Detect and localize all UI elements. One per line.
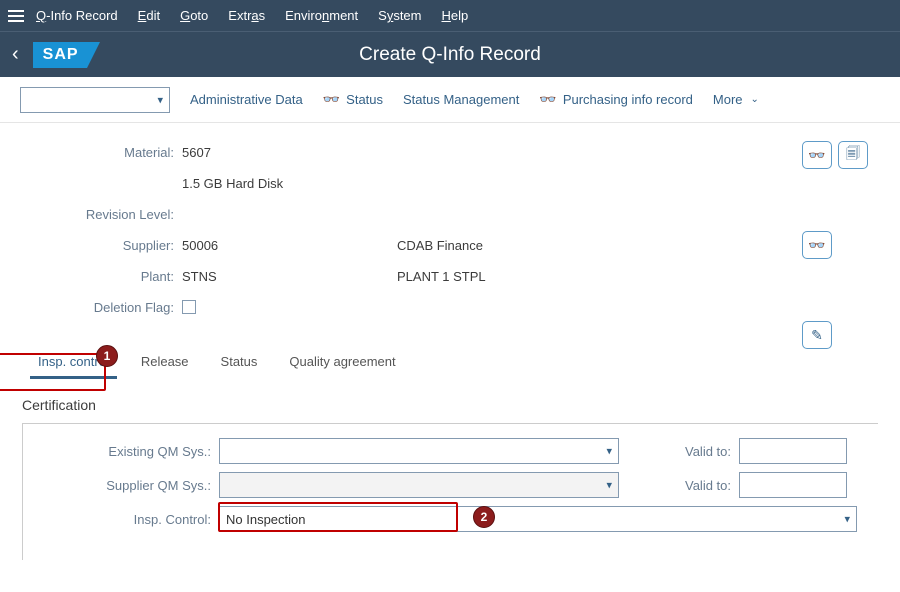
supplier-value: 50006 [182, 238, 397, 253]
insp-control-select[interactable]: No Inspection ▾ [219, 506, 857, 532]
menu-environment[interactable]: Environment [285, 8, 358, 23]
edit-icon[interactable]: ✎ [802, 321, 832, 349]
menu-goto[interactable]: Goto [180, 8, 208, 23]
chevron-down-icon: ▾ [606, 445, 612, 458]
certification-box: Existing QM Sys.: ▾ Valid to: Supplier Q… [22, 423, 878, 560]
pencil-icon: ✎ [811, 327, 823, 344]
purch-info-label: Purchasing info record [563, 92, 693, 107]
glasses-icon: 👓 [808, 147, 825, 164]
menu-qinfo[interactable]: Q-Info Record [36, 8, 118, 23]
deletion-checkbox[interactable] [182, 300, 196, 314]
copy-icon[interactable]: 🗐 [838, 141, 868, 169]
insp-control-label: Insp. Control: [23, 512, 219, 527]
supplier-label: Supplier: [22, 238, 182, 253]
tab-status[interactable]: Status [205, 346, 274, 379]
purch-info-link[interactable]: 👓 Purchasing info record [539, 91, 693, 108]
chevron-down-icon: ▾ [844, 513, 850, 526]
valid-to-label-2: Valid to: [685, 478, 731, 493]
menu-edit[interactable]: Edit [138, 8, 160, 23]
valid-to-input-2[interactable] [739, 472, 847, 498]
supplier-qm-select[interactable]: ▾ [219, 472, 619, 498]
chevron-down-icon: ▾ [157, 93, 163, 106]
admin-data-link[interactable]: Administrative Data [190, 92, 303, 107]
status-link[interactable]: 👓 Status [323, 91, 383, 108]
menu-extras[interactable]: Extras [228, 8, 265, 23]
display-supplier-icon[interactable]: 👓 [802, 231, 832, 259]
display-icon[interactable]: 👓 [802, 141, 832, 169]
toolbar: ▾ Administrative Data 👓 Status Status Man… [0, 77, 900, 123]
plant-desc: PLANT 1 STPL [397, 269, 486, 284]
titlebar: ‹ SAP Create Q-Info Record [0, 32, 900, 77]
sap-logo: SAP [33, 42, 87, 68]
material-desc: 1.5 GB Hard Disk [182, 176, 397, 191]
tab-release[interactable]: Release [125, 346, 205, 379]
chevron-down-icon: ▾ [606, 479, 612, 492]
tabs: Insp. control Release Status Quality agr… [22, 346, 878, 379]
menu-help[interactable]: Help [441, 8, 468, 23]
document-icon: 🗐 [846, 143, 860, 167]
more-label: More [713, 92, 743, 107]
glasses-icon: 👓 [539, 91, 556, 108]
material-label: Material: [22, 145, 182, 160]
glasses-icon: 👓 [808, 237, 825, 254]
material-value: 5607 [182, 145, 397, 160]
back-button[interactable]: ‹ [12, 43, 19, 66]
hamburger-icon[interactable] [8, 10, 24, 22]
plant-label: Plant: [22, 269, 182, 284]
valid-to-input-1[interactable] [739, 438, 847, 464]
content: 👓 🗐 👓 ✎ Material: 5607 1.5 GB Hard Disk … [0, 123, 900, 560]
more-link[interactable]: More ⌄ [713, 92, 759, 107]
supplier-qm-label: Supplier QM Sys.: [23, 478, 219, 493]
command-field[interactable]: ▾ [20, 87, 170, 113]
menubar: Q-Info Record Edit Goto Extras Environme… [0, 0, 900, 32]
status-mgmt-link[interactable]: Status Management [403, 92, 519, 107]
supplier-desc: CDAB Finance [397, 238, 483, 253]
valid-to-label-1: Valid to: [685, 444, 731, 459]
tab-quality[interactable]: Quality agreement [273, 346, 411, 379]
plant-value: STNS [182, 269, 397, 284]
annotation-badge-2: 2 [473, 506, 495, 528]
page-title: Create Q-Info Record [0, 44, 900, 66]
menu-items: Q-Info Record Edit Goto Extras Environme… [36, 8, 468, 23]
chevron-down-icon: ⌄ [751, 94, 759, 105]
deletion-label: Deletion Flag: [22, 300, 182, 315]
existing-qm-select[interactable]: ▾ [219, 438, 619, 464]
form-rows: Material: 5607 1.5 GB Hard Disk Revision… [22, 141, 878, 318]
revision-label: Revision Level: [22, 207, 182, 222]
status-link-label: Status [346, 92, 383, 107]
glasses-icon: 👓 [323, 91, 340, 108]
insp-control-value: No Inspection [226, 512, 306, 527]
annotation-badge-1: 1 [96, 345, 118, 367]
existing-qm-label: Existing QM Sys.: [23, 444, 219, 459]
menu-system[interactable]: System [378, 8, 421, 23]
certification-title: Certification [22, 397, 878, 413]
action-icons-column: 👓 🗐 👓 ✎ [802, 141, 868, 349]
